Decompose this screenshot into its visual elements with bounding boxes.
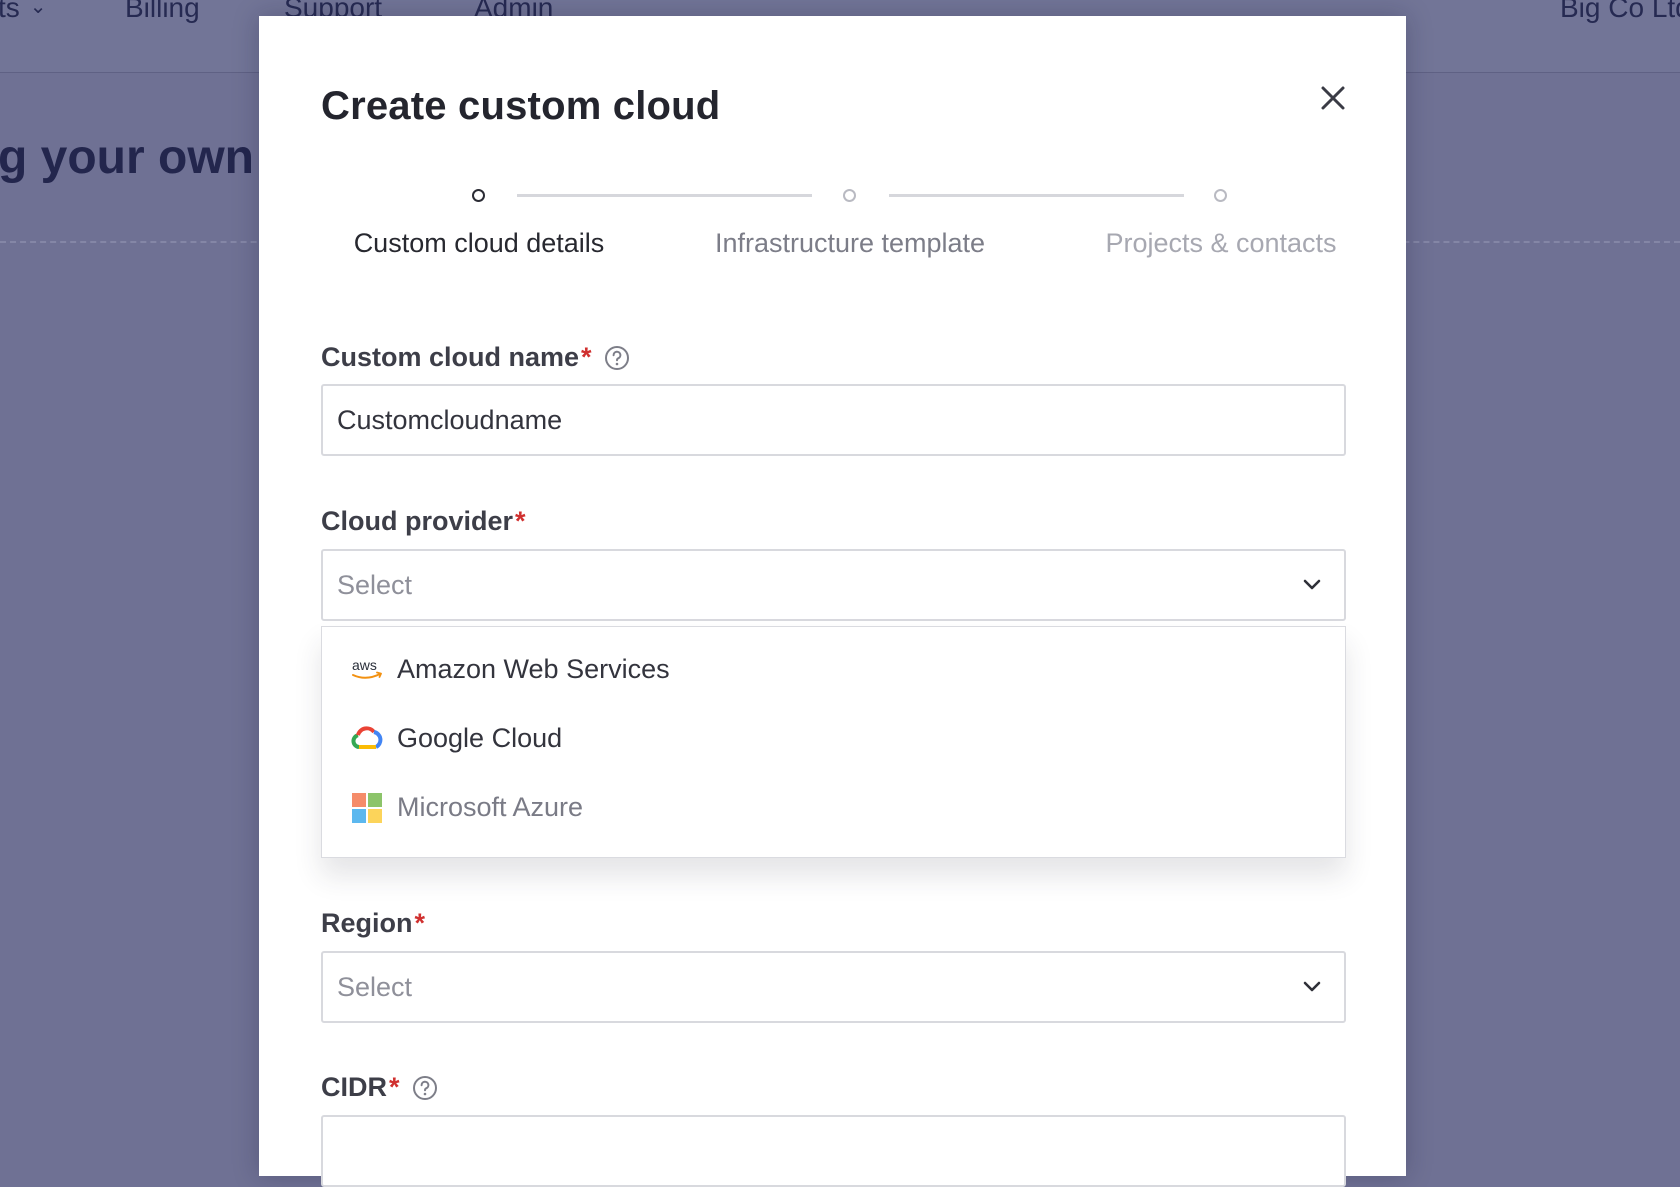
nav-item-label: ts <box>0 0 20 23</box>
required-indicator: * <box>581 342 592 372</box>
modal-title: Create custom cloud <box>321 84 721 128</box>
step-label-infrastructure-template: Infrastructure template <box>714 228 986 258</box>
help-icon[interactable] <box>412 1075 438 1101</box>
option-amazon-web-services[interactable]: aws Amazon Web Services <box>322 635 1345 704</box>
option-label: Microsoft Azure <box>397 792 584 822</box>
select-placeholder: Select <box>337 569 413 600</box>
chevron-down-icon <box>1303 579 1321 590</box>
option-microsoft-azure[interactable]: Microsoft Azure <box>322 773 1345 842</box>
field-label-text: CIDR <box>321 1072 387 1102</box>
account-menu[interactable]: Big Co Ltd <box>1560 0 1680 24</box>
step-label-projects-contacts: Projects & contacts <box>1105 228 1337 258</box>
chevron-down-icon: ⌄ <box>29 0 47 18</box>
field-label-text: Region <box>321 908 413 938</box>
required-indicator: * <box>515 506 526 536</box>
svg-text:aws: aws <box>352 657 377 673</box>
region-select[interactable]: Select <box>321 951 1346 1023</box>
option-google-cloud[interactable]: Google Cloud <box>322 704 1345 773</box>
input-value: Customcloudname <box>337 404 563 435</box>
step-connector <box>889 194 1184 197</box>
nav-item-billing[interactable]: Billing <box>125 0 200 24</box>
cidr-input[interactable] <box>321 1115 1346 1187</box>
google-cloud-logo-icon <box>350 722 384 756</box>
microsoft-logo-icon <box>350 791 384 825</box>
cloud-provider-label: Cloud provider * <box>321 506 526 537</box>
cloud-provider-dropdown: aws Amazon Web Services Google Cloud Mic… <box>321 626 1346 858</box>
step-indicator-2 <box>843 189 856 202</box>
step-indicator-3 <box>1214 189 1227 202</box>
option-label: Amazon Web Services <box>397 654 670 684</box>
cidr-label: CIDR * <box>321 1072 438 1103</box>
step-indicator-1 <box>472 189 485 202</box>
close-button[interactable] <box>1309 74 1357 122</box>
required-indicator: * <box>389 1072 400 1102</box>
close-icon <box>1321 86 1345 110</box>
field-label-text: Cloud provider <box>321 506 514 536</box>
cloud-provider-select[interactable]: Select <box>321 549 1346 621</box>
nav-item-products[interactable]: ts ⌄ <box>0 0 47 24</box>
chevron-down-icon <box>1303 981 1321 992</box>
step-label-custom-cloud-details: Custom cloud details <box>353 228 605 258</box>
region-label: Region * <box>321 908 425 939</box>
step-connector <box>517 194 812 197</box>
custom-cloud-name-label: Custom cloud name * <box>321 342 630 373</box>
create-custom-cloud-modal: Create custom cloud Custom cloud details… <box>259 16 1406 1187</box>
help-icon[interactable] <box>604 345 630 371</box>
custom-cloud-name-input[interactable]: Customcloudname <box>321 384 1346 456</box>
field-label-text: Custom cloud name <box>321 342 580 372</box>
select-placeholder: Select <box>337 971 413 1002</box>
required-indicator: * <box>414 908 426 938</box>
page-heading: g your own <box>0 131 254 184</box>
aws-logo-icon: aws <box>350 653 384 687</box>
option-label: Google Cloud <box>397 723 563 753</box>
